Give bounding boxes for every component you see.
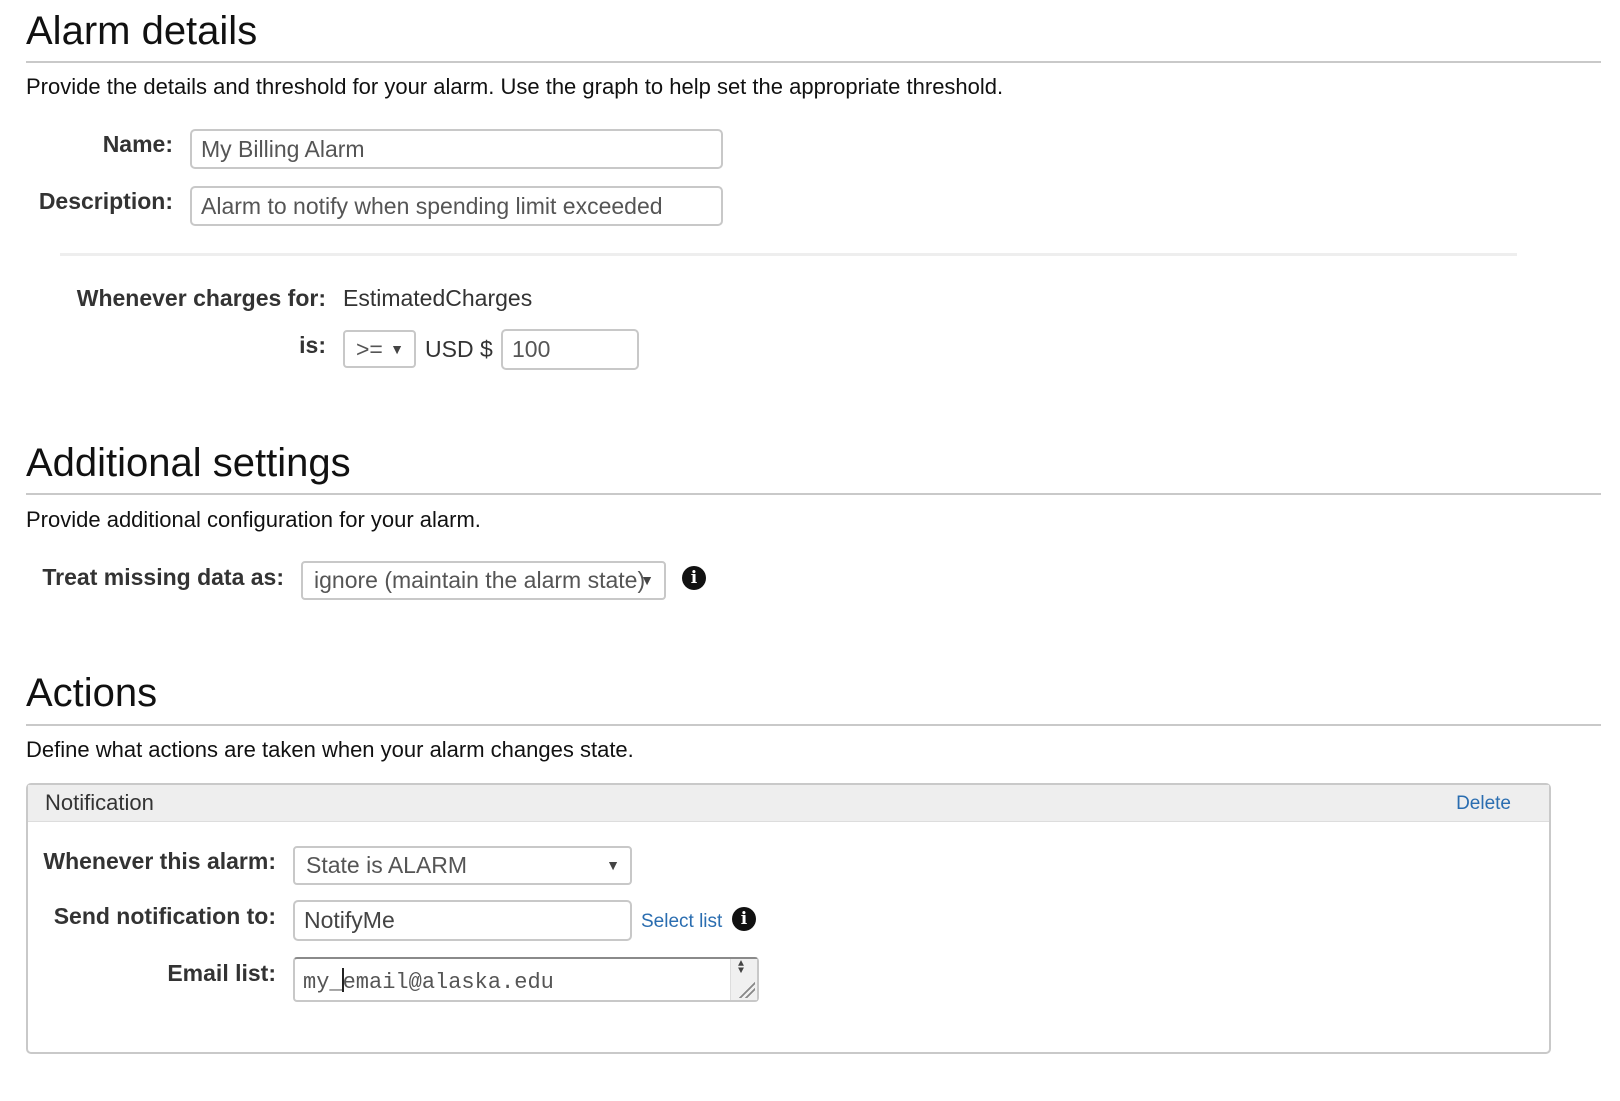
alarm-details-divider bbox=[26, 61, 1601, 63]
alarm-details-description: Provide the details and threshold for yo… bbox=[26, 74, 1004, 99]
email-text-end: email@alaska.edu bbox=[342, 970, 554, 995]
email-list-textarea[interactable]: my_email@alaska.edu ▲ ▼ bbox=[293, 957, 759, 1002]
operator-select[interactable]: >= ▼ bbox=[343, 330, 416, 368]
missing-data-label: Treat missing data as: bbox=[42, 564, 284, 590]
is-label: is: bbox=[299, 332, 326, 358]
resize-handle-icon[interactable] bbox=[737, 980, 755, 998]
chevron-down-icon: ▼ bbox=[640, 572, 654, 588]
alarm-state-value: State is ALARM bbox=[306, 852, 468, 878]
actions-divider bbox=[26, 724, 1601, 726]
notification-panel-header: Notification Delete bbox=[28, 785, 1549, 822]
select-list-link[interactable]: Select list bbox=[641, 910, 722, 934]
threshold-input[interactable]: 100 bbox=[501, 329, 639, 370]
delete-notification-link[interactable]: Delete bbox=[1456, 792, 1511, 816]
notification-header-title: Notification bbox=[45, 790, 154, 815]
info-icon[interactable]: i bbox=[732, 907, 756, 931]
charges-metric: EstimatedCharges bbox=[343, 285, 533, 311]
description-label: Description: bbox=[38, 188, 173, 214]
info-icon[interactable]: i bbox=[682, 566, 706, 590]
send-to-label: Send notification to: bbox=[53, 903, 276, 929]
actions-title: Actions bbox=[26, 671, 158, 715]
additional-settings-title: Additional settings bbox=[26, 441, 351, 485]
name-input[interactable]: My Billing Alarm bbox=[190, 129, 723, 169]
email-text-start: my_ bbox=[303, 970, 343, 995]
email-list-label: Email list: bbox=[167, 960, 276, 986]
description-input[interactable]: Alarm to notify when spending limit exce… bbox=[190, 186, 723, 226]
threshold-divider bbox=[60, 253, 1517, 256]
alarm-details-title: Alarm details bbox=[26, 9, 258, 53]
scroll-down-icon[interactable]: ▼ bbox=[738, 967, 744, 977]
charges-label: Whenever charges for: bbox=[76, 285, 326, 311]
missing-data-value: ignore (maintain the alarm state) bbox=[314, 567, 646, 593]
operator-value: >= bbox=[356, 336, 383, 362]
alarm-state-label: Whenever this alarm: bbox=[43, 848, 276, 874]
missing-data-select[interactable]: ignore (maintain the alarm state) ▼ bbox=[301, 561, 666, 600]
actions-description: Define what actions are taken when your … bbox=[26, 737, 634, 762]
alarm-state-select[interactable]: State is ALARM ▼ bbox=[293, 846, 632, 885]
chevron-down-icon: ▼ bbox=[390, 341, 404, 357]
chevron-down-icon: ▼ bbox=[606, 857, 620, 873]
name-label: Name: bbox=[102, 131, 173, 157]
send-to-input[interactable]: NotifyMe bbox=[293, 900, 632, 941]
additional-settings-divider bbox=[26, 493, 1601, 495]
additional-settings-description: Provide additional configuration for you… bbox=[26, 507, 481, 532]
currency-label: USD $ bbox=[425, 336, 493, 362]
